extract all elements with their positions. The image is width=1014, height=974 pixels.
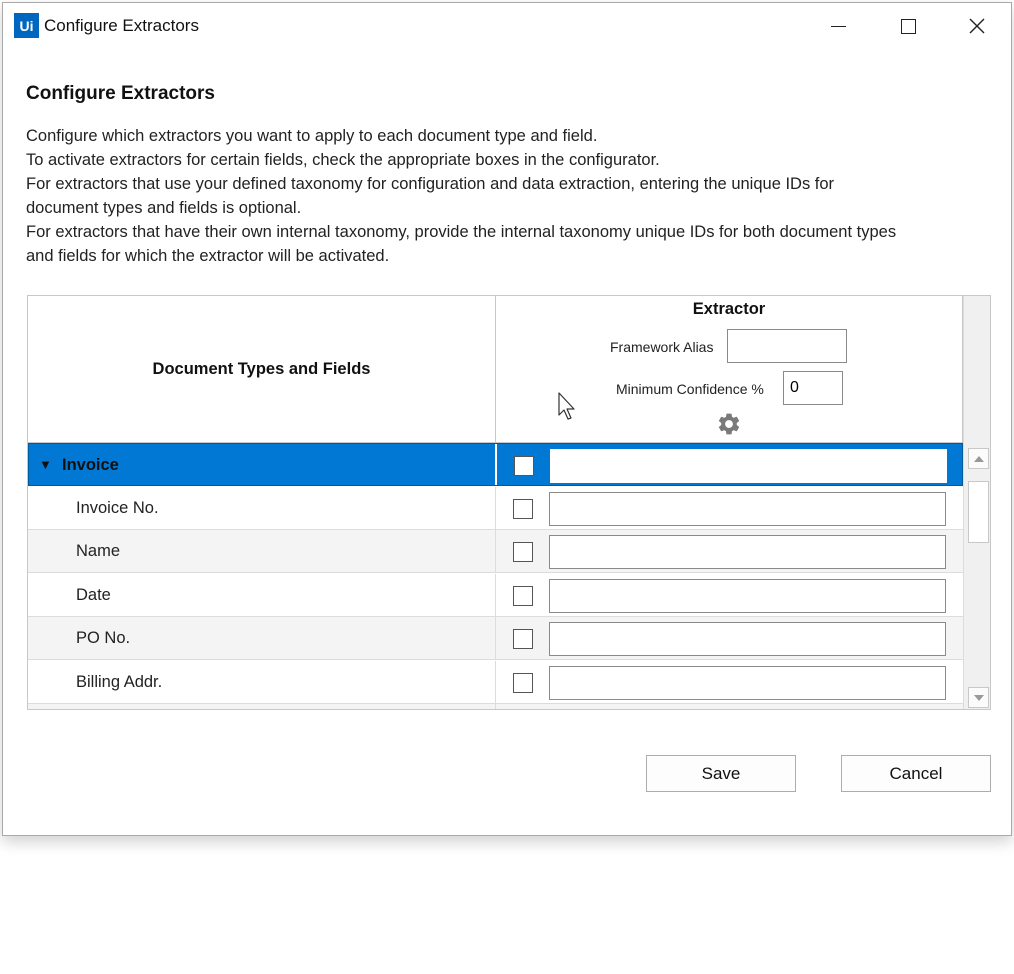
scroll-up-button[interactable]	[968, 448, 989, 469]
extractor-configurator-grid: Document Types and Fields Extractor Fram…	[27, 295, 991, 710]
minimize-button[interactable]	[810, 3, 866, 49]
framework-alias-input[interactable]	[727, 329, 847, 363]
description-line: Configure which extractors you want to a…	[26, 127, 598, 145]
row-checkbox[interactable]	[513, 673, 533, 693]
table-row[interactable]: Name	[28, 530, 963, 573]
scrollbar-thumb[interactable]	[968, 481, 989, 543]
arrow-up-icon	[973, 455, 984, 462]
description-line: document types and fields is optional.	[26, 199, 302, 217]
table-row[interactable]: Date	[28, 574, 963, 617]
configure-extractors-window: Ui Configure Extractors Configure Extrac…	[2, 2, 1012, 836]
row-name-cell: ▼ Invoice	[29, 444, 497, 485]
row-name: Name	[76, 542, 121, 560]
document-types-header: Document Types and Fields	[28, 296, 496, 443]
cancel-button[interactable]: Cancel	[841, 755, 991, 792]
table-row-invoice[interactable]: ▼ Invoice	[28, 443, 963, 486]
close-icon	[969, 18, 985, 34]
window-title: Configure Extractors	[44, 16, 199, 35]
gear-icon[interactable]	[716, 411, 742, 437]
scroll-down-button[interactable]	[968, 687, 989, 708]
row-id-input[interactable]	[549, 579, 946, 613]
row-name: Date	[76, 586, 111, 604]
row-name-cell: Name	[28, 530, 496, 572]
mouse-cursor-icon	[558, 392, 575, 420]
min-confidence-input[interactable]: 0	[783, 371, 843, 405]
description-line: and fields for which the extractor will …	[26, 247, 390, 265]
row-name-cell: Billing Addr.	[28, 661, 496, 703]
row-name: PO No.	[76, 629, 131, 647]
row-checkbox[interactable]	[513, 542, 533, 562]
arrow-down-icon	[973, 694, 984, 701]
row-id-input[interactable]	[549, 622, 946, 656]
uipath-logo-icon: Ui	[14, 13, 39, 38]
expand-caret-icon[interactable]: ▼	[39, 457, 52, 472]
title-bar: Ui Configure Extractors	[3, 3, 1011, 49]
description-line: To activate extractors for certain field…	[26, 151, 660, 169]
row-name: Invoice No.	[76, 499, 159, 517]
row-name-cell: Invoice No.	[28, 487, 496, 529]
row-name-cell: Date	[28, 574, 496, 616]
table-row[interactable]: PO No.	[28, 617, 963, 660]
page-heading: Configure Extractors	[26, 83, 215, 104]
description: Configure which extractors you want to a…	[26, 124, 1001, 268]
row-checkbox[interactable]	[514, 456, 534, 476]
row-checkbox[interactable]	[513, 629, 533, 649]
row-id-input[interactable]	[549, 535, 946, 569]
description-line: For extractors that have their own inter…	[26, 223, 897, 241]
description-line: For extractors that use your defined tax…	[26, 175, 835, 193]
row-checkbox[interactable]	[513, 499, 533, 519]
framework-alias-label: Framework Alias	[610, 339, 714, 355]
table-row-partial	[28, 704, 963, 710]
row-name: Billing Addr.	[76, 673, 163, 691]
row-name-cell: PO No.	[28, 617, 496, 659]
row-name-cell	[28, 704, 496, 709]
min-confidence-label: Minimum Confidence %	[616, 381, 764, 397]
row-id-input[interactable]	[549, 666, 946, 700]
minimize-icon	[830, 25, 846, 27]
row-id-input[interactable]	[549, 492, 946, 526]
extractor-title: Extractor	[692, 300, 766, 318]
maximize-icon	[900, 18, 916, 34]
vertical-scrollbar[interactable]	[963, 296, 990, 709]
row-name: Invoice	[62, 456, 119, 474]
row-id-input[interactable]	[550, 449, 947, 483]
save-button[interactable]: Save	[646, 755, 796, 792]
row-id-input	[549, 709, 946, 710]
row-checkbox[interactable]	[513, 586, 533, 606]
maximize-button[interactable]	[880, 3, 936, 49]
table-row[interactable]: Billing Addr.	[28, 661, 963, 704]
close-button[interactable]	[949, 3, 1005, 49]
table-row[interactable]: Invoice No.	[28, 487, 963, 530]
